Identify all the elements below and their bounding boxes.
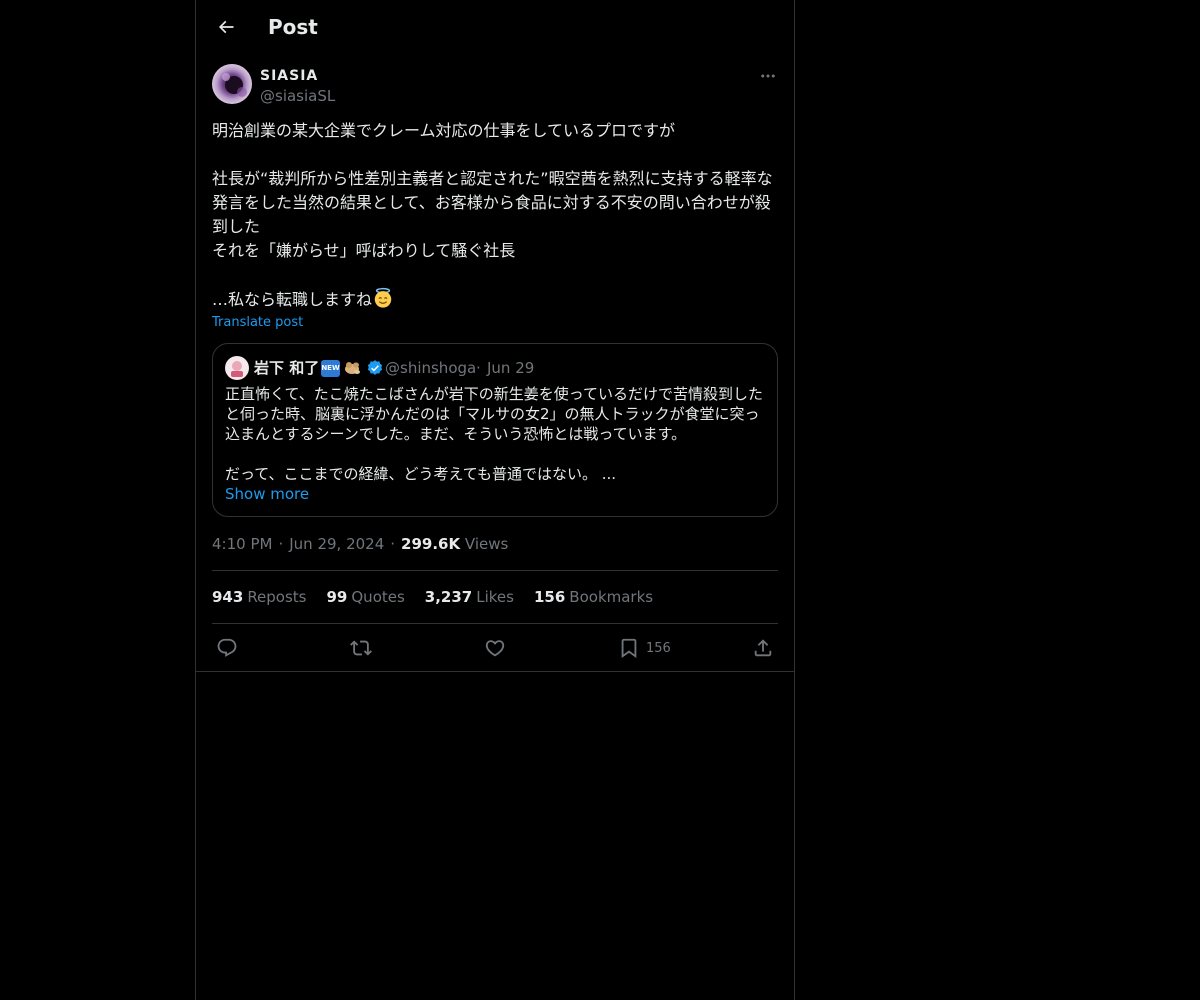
quoted-paragraph-2: だって、ここまでの経緯、どう考えても普通ではない。 ... — [225, 465, 617, 483]
like-button[interactable] — [484, 634, 506, 662]
likes-label: Likes — [476, 588, 514, 606]
author-name[interactable]: SIASIA — [260, 66, 318, 86]
author-handle[interactable]: @siasiaSL — [260, 86, 335, 106]
views-label: Views — [464, 535, 509, 553]
share-icon — [754, 639, 772, 657]
bookmark-icon — [621, 638, 637, 659]
likes-count: 3,237 — [424, 588, 473, 606]
post-date[interactable]: Jun 29, 2024 — [289, 535, 384, 553]
divider — [196, 671, 794, 672]
page-title: Post — [268, 15, 318, 39]
separator-dot: · — [476, 359, 481, 377]
new-badge-icon: NEW — [321, 359, 340, 377]
heart-icon — [485, 640, 505, 657]
divider — [212, 623, 778, 624]
quoted-author-badges: NEW — [321, 358, 384, 378]
translate-post-link[interactable]: Translate post — [212, 314, 303, 332]
views-count: 299.6K — [401, 535, 461, 553]
post-text-line-3: …私なら転職しますね — [212, 290, 373, 309]
separator-dot: · — [390, 535, 396, 553]
post-body: 明治創業の某大企業でクレーム対応の仕事をしているプロですが 社長が“裁判所から性… — [212, 119, 780, 312]
engagement-stats: 943 Reposts 99 Quotes 3,237 Likes 156 Bookma… — [212, 587, 673, 607]
reposts-label: Reposts — [247, 588, 307, 606]
bookmarks-count: 156 — [533, 588, 566, 606]
post-time[interactable]: 4:10 PM — [212, 535, 272, 553]
reposts-count: 943 — [212, 588, 244, 606]
quoted-paragraph-1: 正直怖くて、たこ焼たこばさんが岩下の新生姜を使っているだけで苦情殺到したと伺った… — [225, 385, 764, 443]
divider — [212, 570, 778, 571]
reply-icon — [217, 638, 237, 657]
quoted-author-name: 岩下 和了 — [254, 359, 320, 377]
author-avatar[interactable] — [212, 64, 252, 104]
avatar-image — [212, 64, 252, 104]
quoted-post-text: 正直怖くて、たこ焼たこばさんが岩下の新生姜を使っているだけで苦情殺到したと伺った… — [225, 384, 767, 484]
post-text-line-2: 社長が“裁判所から性差別主義者と認定された”暇空茜を熱烈に支持する軽率な発言をし… — [212, 169, 773, 260]
quotes-label: Quotes — [351, 588, 405, 606]
quoted-post-card[interactable]: 岩下 和了 NEW @shinshoga · Jun 29 正直怖くて、たこ焼た… — [212, 343, 778, 517]
separator-dot: · — [278, 535, 284, 553]
more-horizontal-icon — [761, 74, 775, 78]
post-text-line-1: 明治創業の某大企業でクレーム対応の仕事をしているプロですが — [212, 121, 676, 140]
quoted-author-avatar — [225, 356, 249, 380]
share-button[interactable] — [752, 634, 774, 662]
repost-button[interactable] — [350, 634, 372, 662]
reply-button[interactable] — [216, 634, 238, 662]
likes-stat[interactable]: 3,237 Likes — [425, 587, 514, 607]
back-button[interactable] — [208, 9, 244, 45]
bookmark-button[interactable]: 156 — [618, 634, 671, 662]
post-column: Post SIASIA @siasiaSL 明治創業の某大企業でクレーム対応の仕… — [195, 0, 795, 1000]
quotes-count: 99 — [326, 588, 348, 606]
quoted-author-handle: @shinshoga — [385, 359, 477, 377]
quotes-stat[interactable]: 99 Quotes — [327, 587, 405, 607]
show-more-link[interactable]: Show more — [225, 484, 309, 504]
verified-badge-icon — [367, 360, 383, 375]
arrow-left-icon — [218, 20, 234, 34]
bookmark-count: 156 — [646, 640, 671, 656]
ginger-emoji-icon — [345, 362, 360, 374]
quoted-post-date: Jun 29 — [487, 359, 535, 377]
post-metadata: 4:10 PM · Jun 29, 2024 · 299.6K Views — [212, 534, 508, 554]
bookmarks-stat[interactable]: 156 Bookmarks — [534, 587, 653, 607]
more-options-button[interactable] — [754, 62, 782, 90]
bookmarks-label: Bookmarks — [569, 588, 654, 606]
reposts-stat[interactable]: 943 Reposts — [212, 587, 307, 607]
repost-icon — [350, 640, 372, 656]
top-header: Post — [196, 0, 794, 54]
smiling-face-with-halo-icon — [374, 287, 392, 308]
